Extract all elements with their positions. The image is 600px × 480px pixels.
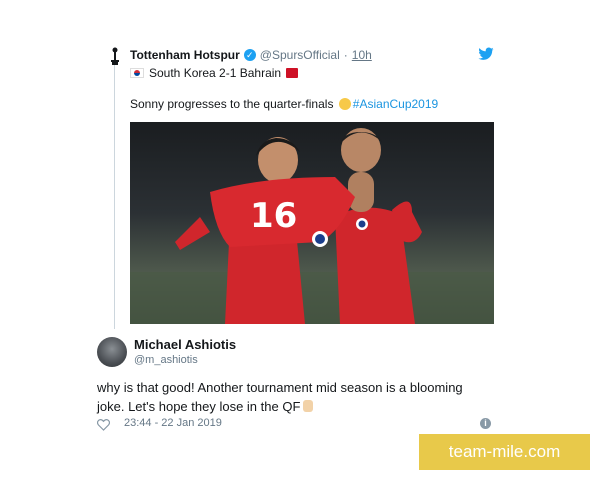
twitter-bird-icon[interactable] (478, 47, 494, 61)
embedded-tweet-author-name[interactable]: Tottenham Hotspur (130, 48, 240, 62)
middle-finger-icon (303, 400, 314, 412)
clapping-hands-icon (338, 98, 351, 110)
jersey-number: 16 (250, 196, 297, 236)
match-line: South Korea 2-1 Bahrain (130, 66, 299, 80)
separator-dot: · (343, 48, 348, 62)
match-result-text: South Korea 2-1 Bahrain (149, 66, 282, 80)
heart-icon[interactable] (96, 418, 111, 431)
info-icon[interactable]: i (480, 418, 491, 429)
reply-timestamp[interactable]: 23:44 - 22 Jan 2019 (124, 417, 222, 429)
avatar[interactable] (97, 337, 127, 367)
spurs-logo-icon[interactable] (106, 46, 124, 66)
thread-line (114, 64, 115, 329)
reply-author-name[interactable]: Michael Ashiotis (134, 337, 236, 352)
reply-author-handle[interactable]: @m_ashiotis (134, 354, 198, 366)
reply-tweet-text-main: why is that good! Another tournament mid… (97, 380, 463, 414)
south-korea-flag-icon (130, 68, 144, 78)
embedded-tweet-text-main: Sonny progresses to the quarter-finals (130, 97, 334, 111)
embedded-tweet-header: Tottenham Hotspur ✓ @SpursOfficial · 10h (130, 48, 372, 62)
photo-illustration: 16 (130, 128, 494, 324)
embedded-tweet-age[interactable]: 10h (352, 48, 372, 62)
reply-tweet-text: why is that good! Another tournament mid… (97, 378, 487, 416)
hashtag-link[interactable]: #AsianCup2019 (353, 97, 438, 111)
embedded-tweet-handle[interactable]: @SpursOfficial (260, 48, 340, 62)
embedded-tweet-text: Sonny progresses to the quarter-finals #… (130, 97, 438, 111)
bahrain-flag-icon (286, 68, 299, 78)
watermark: team-mile.com (419, 434, 590, 470)
verified-icon: ✓ (243, 49, 256, 61)
tweet-photo[interactable]: 16 (130, 122, 494, 324)
